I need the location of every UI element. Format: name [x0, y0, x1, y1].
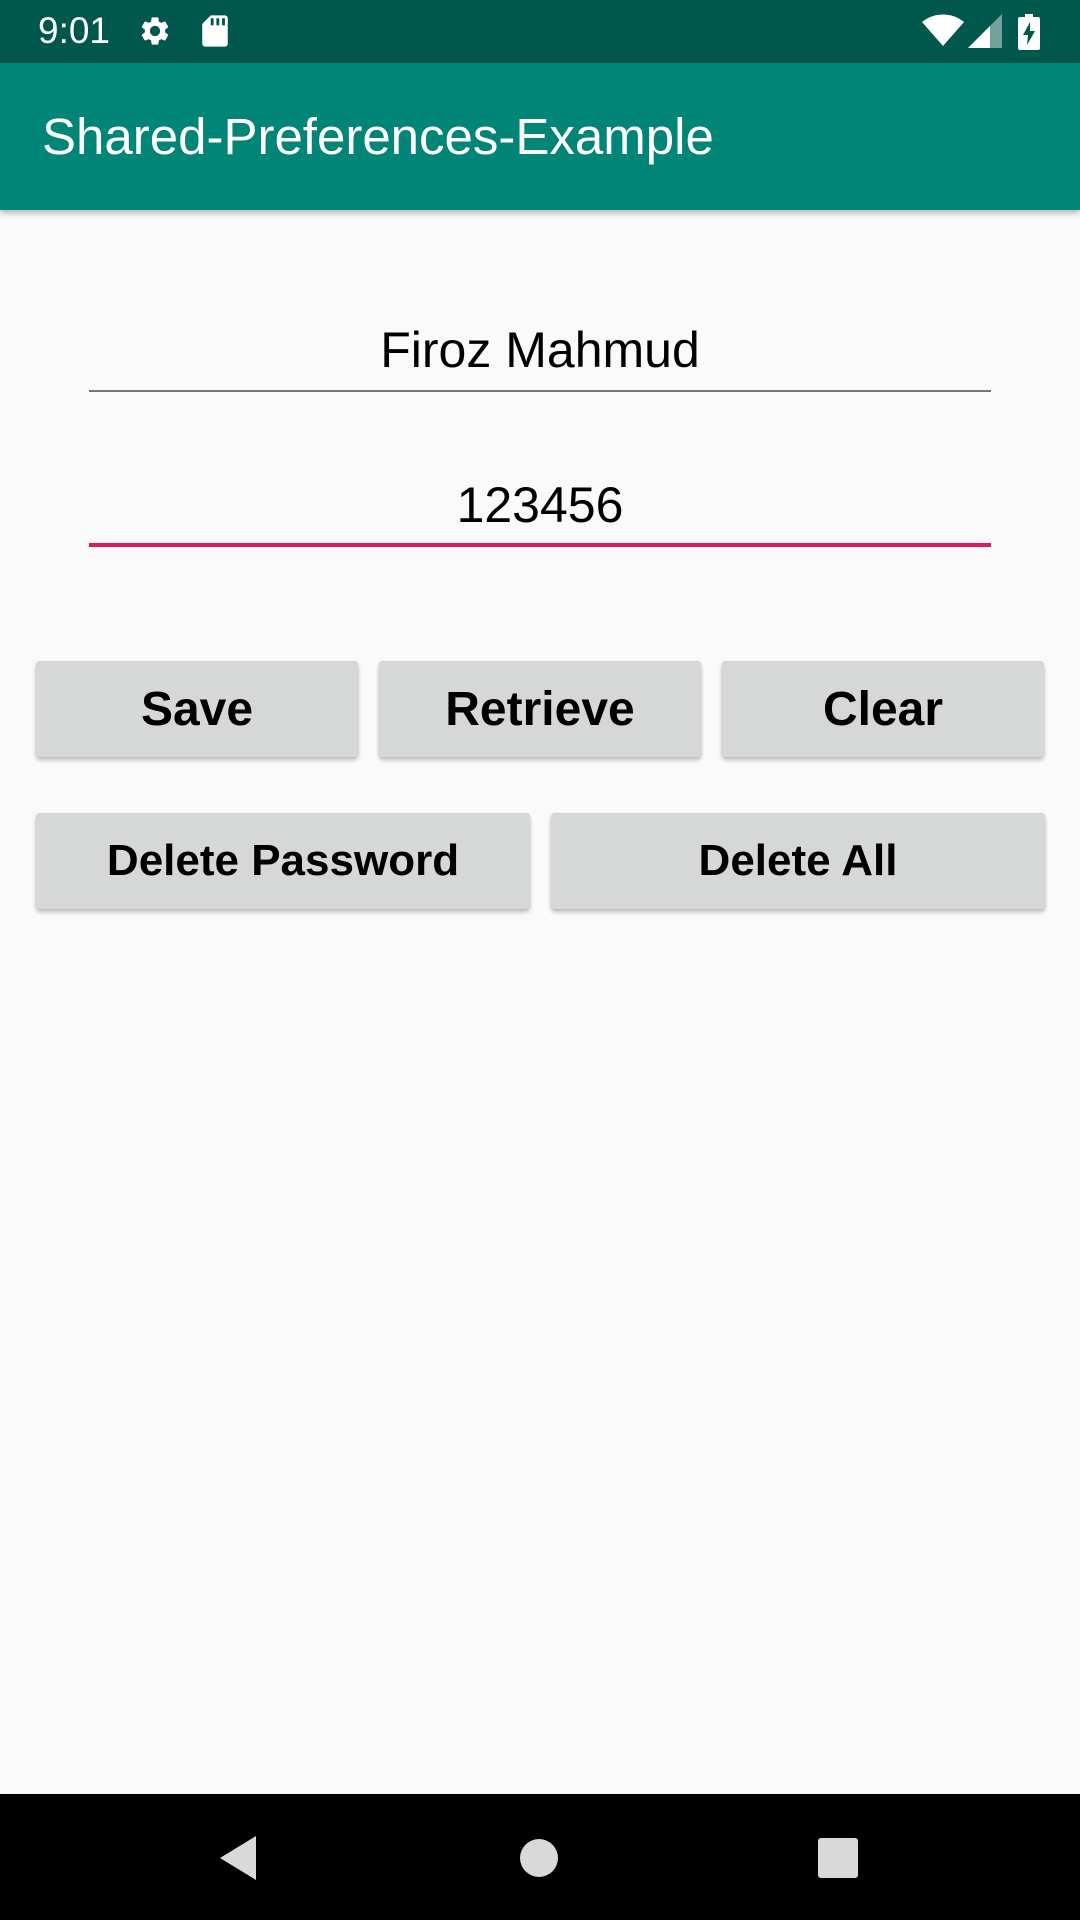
wifi-icon: [922, 14, 964, 53]
password-input[interactable]: [89, 467, 991, 543]
app-toolbar: Shared-Preferences-Example: [0, 63, 1080, 210]
cell-signal-icon: [968, 14, 1002, 53]
delete-all-button[interactable]: Delete All: [551, 813, 1045, 909]
gear-icon: [138, 14, 172, 53]
status-bar: 9:01: [0, 0, 1080, 63]
back-icon[interactable]: [212, 1830, 268, 1886]
app-title: Shared-Preferences-Example: [42, 108, 714, 165]
password-field[interactable]: [89, 467, 991, 547]
password-field-underline: [89, 543, 991, 547]
battery-charging-icon: [1018, 14, 1040, 55]
home-icon[interactable]: [511, 1830, 567, 1886]
app-screen: 9:01 Shared-Preferences-Example Firoz Ma…: [0, 0, 1080, 1920]
navigation-bar: [0, 1794, 1080, 1920]
sd-card-icon: [200, 14, 230, 53]
name-field-underline: [89, 390, 991, 392]
save-button[interactable]: Save: [36, 661, 358, 757]
recents-icon[interactable]: [810, 1830, 866, 1886]
clear-button[interactable]: Clear: [722, 661, 1044, 757]
name-field[interactable]: [89, 312, 991, 392]
name-input[interactable]: [89, 312, 991, 388]
retrieve-button[interactable]: Retrieve: [379, 661, 701, 757]
delete-password-button[interactable]: Delete Password: [36, 813, 530, 909]
status-time: 9:01: [38, 10, 111, 51]
